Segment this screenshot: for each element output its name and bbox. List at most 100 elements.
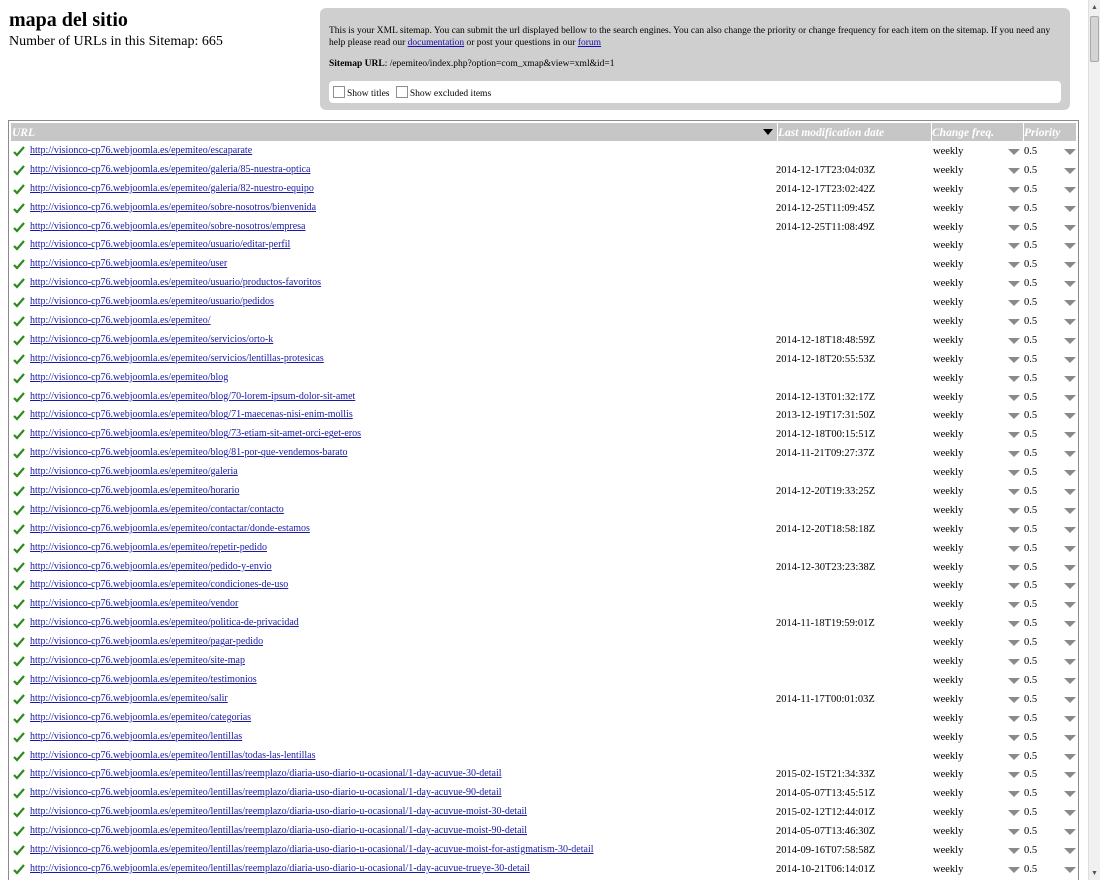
url-link[interactable]: http://visionco-cp76.webjoomla.es/epemit… <box>30 239 290 251</box>
priority-dropdown[interactable] <box>1064 791 1076 798</box>
url-link[interactable]: http://visionco-cp76.webjoomla.es/epemit… <box>30 485 239 497</box>
changefreq-dropdown[interactable] <box>1008 224 1020 231</box>
priority-dropdown[interactable] <box>1064 432 1076 439</box>
priority-dropdown[interactable] <box>1064 545 1076 552</box>
changefreq-dropdown[interactable] <box>1008 356 1020 363</box>
priority-dropdown[interactable] <box>1064 205 1076 212</box>
url-link[interactable]: http://visionco-cp76.webjoomla.es/epemit… <box>30 466 238 478</box>
changefreq-dropdown[interactable] <box>1008 829 1020 836</box>
changefreq-dropdown[interactable] <box>1008 526 1020 533</box>
priority-dropdown[interactable] <box>1064 470 1076 477</box>
url-link[interactable]: http://visionco-cp76.webjoomla.es/epemit… <box>30 731 242 743</box>
priority-dropdown[interactable] <box>1064 564 1076 571</box>
changefreq-dropdown[interactable] <box>1008 186 1020 193</box>
url-link[interactable]: http://visionco-cp76.webjoomla.es/epemit… <box>30 579 288 591</box>
changefreq-dropdown[interactable] <box>1008 545 1020 552</box>
changefreq-dropdown[interactable] <box>1008 810 1020 817</box>
url-link[interactable]: http://visionco-cp76.webjoomla.es/epemit… <box>30 277 321 289</box>
url-link[interactable]: http://visionco-cp76.webjoomla.es/epemit… <box>30 561 272 573</box>
url-link[interactable]: http://visionco-cp76.webjoomla.es/epemit… <box>30 504 284 516</box>
url-link[interactable]: http://visionco-cp76.webjoomla.es/epemit… <box>30 542 267 554</box>
priority-dropdown[interactable] <box>1064 602 1076 609</box>
changefreq-dropdown[interactable] <box>1008 205 1020 212</box>
url-link[interactable]: http://visionco-cp76.webjoomla.es/epemit… <box>30 221 306 233</box>
priority-dropdown[interactable] <box>1064 413 1076 420</box>
changefreq-dropdown[interactable] <box>1008 337 1020 344</box>
changefreq-dropdown[interactable] <box>1008 375 1020 382</box>
priority-dropdown[interactable] <box>1064 319 1076 326</box>
url-link[interactable]: http://visionco-cp76.webjoomla.es/epemit… <box>30 447 348 459</box>
priority-dropdown[interactable] <box>1064 300 1076 307</box>
priority-dropdown[interactable] <box>1064 149 1076 155</box>
priority-dropdown[interactable] <box>1064 810 1076 817</box>
priority-dropdown[interactable] <box>1064 262 1076 269</box>
changefreq-dropdown[interactable] <box>1008 866 1020 873</box>
changefreq-dropdown[interactable] <box>1008 640 1020 647</box>
changefreq-dropdown[interactable] <box>1008 772 1020 779</box>
priority-dropdown[interactable] <box>1064 715 1076 722</box>
priority-dropdown[interactable] <box>1064 772 1076 779</box>
url-link[interactable]: http://visionco-cp76.webjoomla.es/epemit… <box>30 428 361 440</box>
scroll-up-arrow-icon[interactable]: ▲ <box>1089 0 1100 14</box>
priority-dropdown[interactable] <box>1064 866 1076 873</box>
changefreq-dropdown[interactable] <box>1008 753 1020 760</box>
changefreq-dropdown[interactable] <box>1008 659 1020 666</box>
priority-dropdown[interactable] <box>1064 829 1076 836</box>
url-link[interactable]: http://visionco-cp76.webjoomla.es/epemit… <box>30 787 502 799</box>
url-link[interactable]: http://visionco-cp76.webjoomla.es/epemit… <box>30 768 502 780</box>
url-link[interactable]: http://visionco-cp76.webjoomla.es/epemit… <box>30 391 355 403</box>
changefreq-dropdown[interactable] <box>1008 507 1020 514</box>
changefreq-dropdown[interactable] <box>1008 300 1020 307</box>
priority-dropdown[interactable] <box>1064 224 1076 231</box>
priority-dropdown[interactable] <box>1064 167 1076 174</box>
priority-dropdown[interactable] <box>1064 677 1076 684</box>
changefreq-dropdown[interactable] <box>1008 583 1020 590</box>
changefreq-dropdown[interactable] <box>1008 621 1020 628</box>
priority-dropdown[interactable] <box>1064 394 1076 401</box>
priority-dropdown[interactable] <box>1064 621 1076 628</box>
priority-dropdown[interactable] <box>1064 356 1076 363</box>
changefreq-dropdown[interactable] <box>1008 432 1020 439</box>
changefreq-dropdown[interactable] <box>1008 319 1020 326</box>
url-link[interactable]: http://visionco-cp76.webjoomla.es/epemit… <box>30 409 353 421</box>
url-link[interactable]: http://visionco-cp76.webjoomla.es/epemit… <box>30 863 530 875</box>
changefreq-dropdown[interactable] <box>1008 413 1020 420</box>
priority-dropdown[interactable] <box>1064 243 1076 250</box>
changefreq-dropdown[interactable] <box>1008 564 1020 571</box>
url-link[interactable]: http://visionco-cp76.webjoomla.es/epemit… <box>30 844 594 856</box>
url-link[interactable]: http://visionco-cp76.webjoomla.es/epemit… <box>30 334 273 346</box>
changefreq-dropdown[interactable] <box>1008 281 1020 288</box>
show-titles-checkbox[interactable] <box>333 86 345 98</box>
changefreq-dropdown[interactable] <box>1008 451 1020 458</box>
url-link[interactable]: http://visionco-cp76.webjoomla.es/epemit… <box>30 523 310 535</box>
priority-dropdown[interactable] <box>1064 847 1076 854</box>
scroll-down-arrow-icon[interactable]: ▼ <box>1089 866 1100 880</box>
changefreq-dropdown[interactable] <box>1008 149 1020 155</box>
url-link[interactable]: http://visionco-cp76.webjoomla.es/epemit… <box>30 617 299 629</box>
priority-dropdown[interactable] <box>1064 583 1076 590</box>
changefreq-dropdown[interactable] <box>1008 394 1020 401</box>
priority-dropdown[interactable] <box>1064 659 1076 666</box>
changefreq-dropdown[interactable] <box>1008 602 1020 609</box>
url-link[interactable]: http://visionco-cp76.webjoomla.es/epemit… <box>30 145 252 157</box>
changefreq-dropdown[interactable] <box>1008 791 1020 798</box>
header-priority[interactable]: Priority <box>1023 123 1076 141</box>
show-excluded-checkbox[interactable] <box>395 86 408 98</box>
url-link[interactable]: http://visionco-cp76.webjoomla.es/epemit… <box>30 296 274 308</box>
forum-link[interactable]: forum <box>578 38 601 48</box>
url-link[interactable]: http://visionco-cp76.webjoomla.es/epemit… <box>30 636 263 648</box>
priority-dropdown[interactable] <box>1064 186 1076 193</box>
priority-dropdown[interactable] <box>1064 489 1076 496</box>
header-lastmod[interactable]: Last modification date <box>777 123 929 141</box>
url-link[interactable]: http://visionco-cp76.webjoomla.es/epemit… <box>30 258 227 270</box>
header-changefreq[interactable]: Change freq. <box>931 123 1023 141</box>
priority-dropdown[interactable] <box>1064 753 1076 760</box>
url-link[interactable]: http://visionco-cp76.webjoomla.es/epemit… <box>30 750 316 762</box>
sort-arrow-down-icon[interactable] <box>763 129 773 135</box>
documentation-link[interactable]: documentation <box>408 38 464 48</box>
scroll-thumb[interactable] <box>1090 16 1099 62</box>
changefreq-dropdown[interactable] <box>1008 262 1020 269</box>
changefreq-dropdown[interactable] <box>1008 167 1020 174</box>
changefreq-dropdown[interactable] <box>1008 677 1020 684</box>
changefreq-dropdown[interactable] <box>1008 847 1020 854</box>
